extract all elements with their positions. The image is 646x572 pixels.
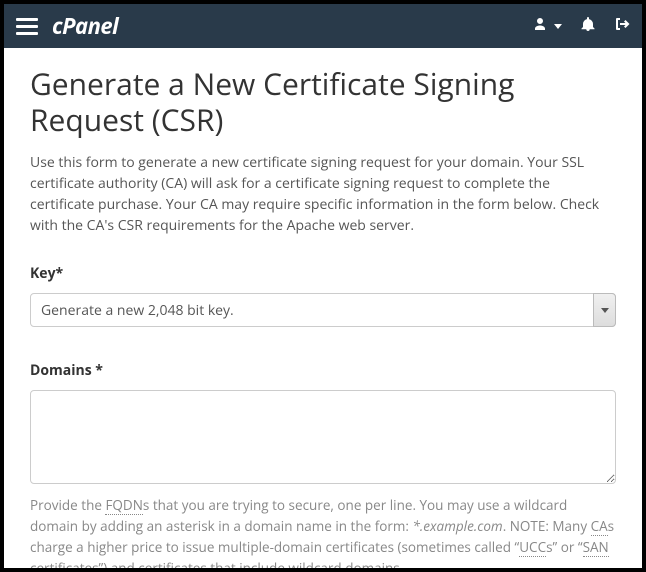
ucc-abbr: UCC [519, 538, 546, 557]
domains-label: Domains * [30, 361, 616, 380]
domains-textarea[interactable] [30, 390, 616, 484]
logo-text: cPanel [52, 11, 118, 41]
cpanel-logo[interactable]: cPanel [52, 11, 118, 41]
main-content: Generate a New Certificate Signing Reque… [4, 48, 642, 568]
user-menu[interactable] [532, 15, 562, 37]
san-abbr: SAN [583, 538, 609, 557]
bell-icon [580, 15, 596, 37]
chevron-down-icon [601, 308, 609, 313]
key-label: Key* [30, 264, 616, 283]
key-select-toggle[interactable] [593, 293, 616, 327]
page-title: Generate a New Certificate Signing Reque… [30, 66, 616, 138]
user-icon [532, 15, 548, 37]
menu-icon[interactable] [16, 18, 38, 35]
logout-icon [614, 15, 630, 37]
logout-button[interactable] [614, 15, 630, 37]
header-bar: cPanel [4, 4, 642, 48]
page-description: Use this form to generate a new certific… [30, 152, 616, 236]
chevron-down-icon [554, 24, 562, 29]
domains-help-text: Provide the FQDNs that you are trying to… [30, 495, 616, 568]
fqdn-abbr: FQDN [105, 496, 142, 515]
ca-abbr: CA [591, 517, 608, 536]
key-select-value: Generate a new 2,048 bit key. [41, 301, 234, 320]
key-select[interactable]: Generate a new 2,048 bit key. [30, 293, 616, 327]
notifications-button[interactable] [580, 15, 596, 37]
